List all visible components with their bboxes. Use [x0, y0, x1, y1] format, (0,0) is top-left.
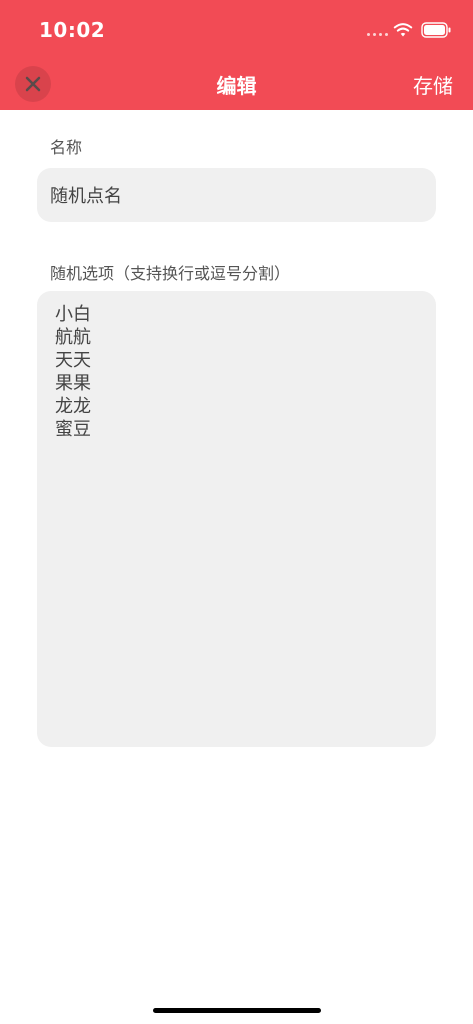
- wifi-icon: [393, 23, 413, 37]
- status-bar: 10:02: [0, 0, 473, 60]
- save-button[interactable]: 存储: [413, 70, 453, 99]
- status-time: 10:02: [39, 18, 106, 42]
- battery-icon: [421, 22, 451, 38]
- home-indicator: [153, 1008, 321, 1013]
- name-field[interactable]: [37, 168, 436, 222]
- navigation-bar: 编辑 存储: [0, 60, 473, 110]
- header: 10:02 编辑 存储: [0, 0, 473, 110]
- cellular-signal-icon: [367, 33, 388, 36]
- name-label: 名称: [50, 138, 83, 157]
- options-textarea[interactable]: 小白 航航 天天 果果 龙龙 蜜豆: [37, 291, 436, 747]
- options-label: 随机选项（支持换行或逗号分割）: [50, 264, 291, 283]
- page-title: 编辑: [216, 74, 257, 98]
